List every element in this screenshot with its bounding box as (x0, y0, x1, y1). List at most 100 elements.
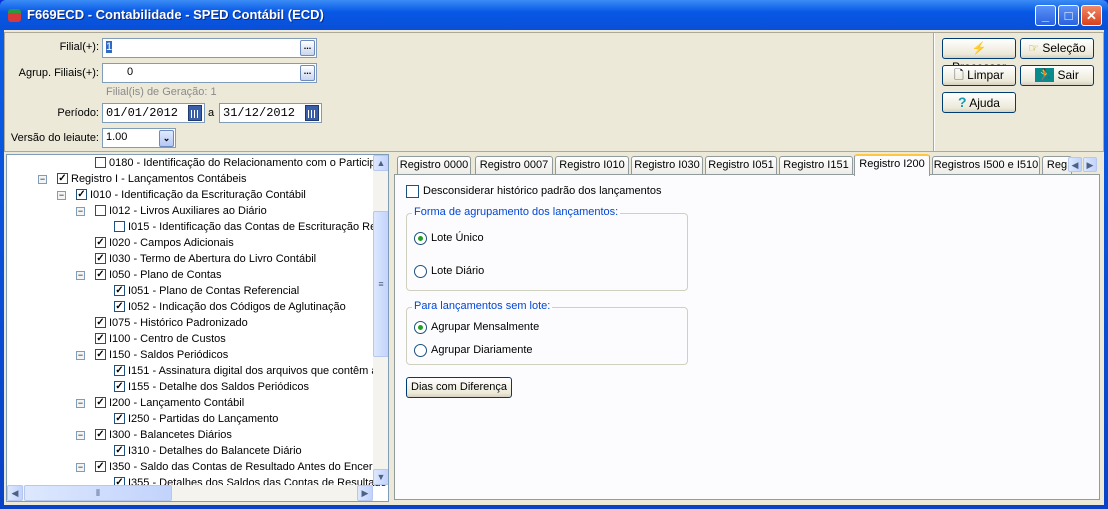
selecao-button[interactable]: ☞ Seleção (1020, 38, 1094, 59)
tab-registro-i051[interactable]: Registro I051 (705, 156, 777, 175)
tree-item[interactable]: − I012 - Livros Auxiliares ao Diário (7, 203, 373, 219)
scroll-up-button[interactable]: ▲ (373, 155, 388, 171)
sair-button[interactable]: 🏃 Sair (1020, 65, 1094, 86)
processar-button[interactable]: ⚡ Processar (942, 38, 1016, 74)
calendar-icon[interactable] (188, 105, 202, 121)
tab-registro-i030[interactable]: Registro I030 (631, 156, 703, 175)
tree-item[interactable]: ✓ I052 - Indicação dos Códigos de Aglutin… (7, 299, 373, 315)
scroll-thumb[interactable]: ≡ (373, 211, 388, 357)
tree-item[interactable]: ✓ I250 - Partidas do Lançamento (7, 411, 373, 427)
tree-item[interactable]: ✓ I030 - Termo de Abertura do Livro Contá… (7, 251, 373, 267)
tree-checkbox[interactable] (95, 157, 106, 168)
versao-select[interactable]: 1.00 ⌄ (102, 128, 176, 148)
close-button[interactable]: ✕ (1081, 5, 1102, 26)
hscroll-thumb[interactable]: ⦀ (24, 485, 172, 501)
filial-lookup-button[interactable]: ... (300, 40, 315, 56)
maximize-button[interactable]: □ (1058, 5, 1079, 26)
tree-item[interactable]: − ✓ I050 - Plano de Contas (7, 267, 373, 283)
tree-checkbox[interactable]: ✓ (95, 317, 106, 328)
tree-item-label: I150 - Saldos Periódicos (109, 349, 229, 361)
tree-checkbox[interactable]: ✓ (95, 269, 106, 280)
tree-checkbox[interactable]: ✓ (114, 365, 125, 376)
tree-checkbox[interactable]: ✓ (114, 413, 125, 424)
mensal-radio[interactable] (414, 321, 427, 334)
tree-horizontal-scrollbar[interactable]: ◀ ⦀ ▶ (7, 485, 373, 501)
tree-checkbox[interactable]: ✓ (114, 381, 125, 392)
exit-icon: 🏃 (1035, 68, 1055, 82)
scroll-down-button[interactable]: ▼ (373, 469, 388, 485)
tree-vertical-scrollbar[interactable]: ▲ ≡ ▼ (373, 155, 388, 485)
calendar-icon[interactable] (305, 105, 319, 121)
collapse-icon[interactable]: − (38, 175, 47, 184)
tree-item[interactable]: ✓ I151 - Assinatura digital dos arquivos … (7, 363, 383, 379)
chevron-down-icon[interactable]: ⌄ (159, 130, 174, 147)
collapse-icon[interactable]: − (76, 399, 85, 408)
tree-item[interactable]: ✓ I310 - Detalhes do Balancete Diário (7, 443, 373, 459)
tree-checkbox[interactable]: ✓ (95, 253, 106, 264)
lote-unico-radio[interactable] (414, 232, 427, 245)
tree-checkbox[interactable]: ✓ (95, 429, 106, 440)
agrup-value: 0 (127, 66, 134, 78)
tree-checkbox[interactable]: ✓ (114, 285, 125, 296)
divider (933, 33, 935, 151)
minimize-button[interactable]: _ (1035, 5, 1056, 26)
collapse-icon[interactable]: − (76, 463, 85, 472)
tab-registros-i500-e-i510[interactable]: Registros I500 e I510 (932, 156, 1040, 175)
agrup-lookup-button[interactable]: ... (300, 65, 315, 81)
tree-item[interactable]: ✓ I020 - Campos Adicionais (7, 235, 373, 251)
tree-item[interactable]: − ✓ Registro I - Lançamentos Contábeis (7, 171, 373, 187)
register-tree[interactable]: 0180 - Identificação do Relacionamento c… (6, 154, 389, 502)
tree-checkbox[interactable]: ✓ (95, 349, 106, 360)
tree-checkbox[interactable] (114, 221, 125, 232)
tree-item[interactable]: − ✓ I350 - Saldo das Contas de Resultado A… (7, 459, 388, 475)
limpar-button[interactable]: 🗋 Limpar (942, 65, 1016, 86)
tree-item[interactable]: ✓ I051 - Plano de Contas Referencial (7, 283, 373, 299)
scroll-right-button[interactable]: ▶ (357, 485, 373, 501)
tree-item[interactable]: − ✓ I010 - Identificação da Escrituração C… (7, 187, 373, 203)
tree-checkbox[interactable]: ✓ (76, 189, 87, 200)
tab-registro-0000[interactable]: Registro 0000 (397, 156, 471, 175)
tab-registro-i010[interactable]: Registro I010 (555, 156, 629, 175)
collapse-icon[interactable]: − (76, 207, 85, 216)
tree-item[interactable]: I015 - Identificação das Contas de Escri… (7, 219, 388, 235)
versao-value: 1.00 (106, 131, 128, 143)
blank-page-icon: 🗋 (954, 68, 964, 82)
tree-item[interactable]: 0180 - Identificação do Relacionamento c… (7, 155, 388, 171)
tree-checkbox[interactable]: ✓ (114, 445, 125, 456)
tree-checkbox[interactable]: ✓ (114, 301, 125, 312)
scroll-left-button[interactable]: ◀ (7, 485, 23, 501)
tree-item-label: I012 - Livros Auxiliares ao Diário (109, 205, 267, 217)
tree-item-label: I350 - Saldo das Contas de Resultado Ant… (109, 461, 389, 473)
tree-checkbox[interactable]: ✓ (57, 173, 68, 184)
collapse-icon[interactable]: − (76, 271, 85, 280)
tree-item[interactable]: − ✓ I150 - Saldos Periódicos (7, 347, 373, 363)
tree-checkbox[interactable]: ✓ (95, 397, 106, 408)
tree-checkbox[interactable]: ✓ (95, 461, 106, 472)
tree-item-label: I300 - Balancetes Diários (109, 429, 232, 441)
tab-registro-i200[interactable]: Registro I200 (854, 154, 930, 176)
tab-scroll-right-button[interactable]: ▶ (1083, 157, 1097, 172)
collapse-icon[interactable]: − (57, 191, 66, 200)
tree-checkbox[interactable]: ✓ (95, 333, 106, 344)
collapse-icon[interactable]: − (76, 431, 85, 440)
filial-input[interactable]: 1... (102, 38, 317, 58)
tree-item-label: I010 - Identificação da Escrituração Con… (90, 189, 306, 201)
desconsiderar-checkbox[interactable] (406, 185, 419, 198)
tree-checkbox[interactable] (95, 205, 106, 216)
tree-item[interactable]: ✓ I100 - Centro de Custos (7, 331, 373, 347)
tab-scroll-left-button[interactable]: ◀ (1068, 157, 1082, 172)
diario-radio[interactable] (414, 344, 427, 357)
tab-registro-i151[interactable]: Registro I151 (779, 156, 853, 175)
tree-item[interactable]: ✓ I075 - Histórico Padronizado (7, 315, 373, 331)
ajuda-button[interactable]: ? Ajuda (942, 92, 1016, 113)
tree-item[interactable]: − ✓ I200 - Lançamento Contábil (7, 395, 373, 411)
agrup-input[interactable]: 0... (102, 63, 317, 83)
tree-item[interactable]: ✓ I155 - Detalhe dos Saldos Periódicos (7, 379, 373, 395)
lote-diario-radio[interactable] (414, 265, 427, 278)
tree-checkbox[interactable]: ✓ (95, 237, 106, 248)
tree-item[interactable]: − ✓ I300 - Balancetes Diários (7, 427, 373, 443)
dias-com-diferenca-button[interactable]: Dias com Diferença (406, 377, 512, 398)
collapse-icon[interactable]: − (76, 351, 85, 360)
filter-panel: Filial(+): 1... Agrup. Filiais(+): 0... … (4, 32, 1104, 152)
tab-registro-0007[interactable]: Registro 0007 (475, 156, 553, 175)
